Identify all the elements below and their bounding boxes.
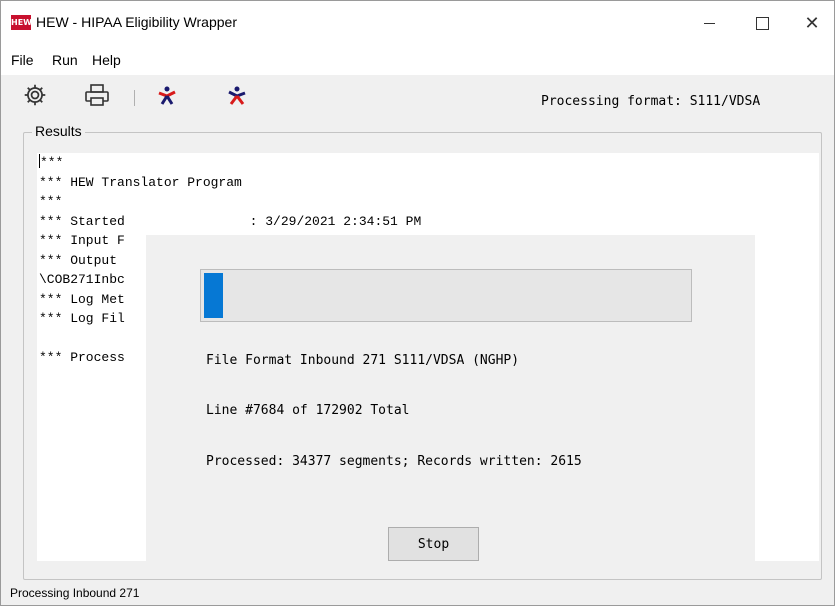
menu-bar: File Run Help	[1, 45, 834, 75]
progress-bar-fill	[204, 273, 223, 318]
minimize-button[interactable]	[686, 1, 732, 45]
status-bar: Processing Inbound 271	[1, 582, 834, 605]
print-button[interactable]	[81, 79, 113, 111]
results-group-label: Results	[32, 123, 85, 139]
minimize-icon	[703, 22, 715, 24]
status-text: Processing Inbound 271	[10, 586, 140, 600]
processing-format-label: Processing format: S111/VDSA	[541, 94, 761, 109]
results-line: *** Started : 3/29/2021 2:34:51 PM	[39, 213, 422, 229]
run-translator-button[interactable]	[154, 83, 180, 109]
app-icon: HEW	[11, 15, 32, 30]
results-line: ***	[39, 194, 63, 209]
printer-icon	[85, 84, 109, 106]
menu-help[interactable]: Help	[92, 52, 121, 68]
results-line: ***	[39, 154, 64, 170]
progress-dialog: File Format Inbound 271 S111/VDSA (NGHP)…	[146, 235, 755, 575]
maximize-button[interactable]	[739, 1, 785, 45]
close-button[interactable]: ✕	[789, 1, 834, 45]
settings-button[interactable]	[19, 79, 51, 111]
title-bar[interactable]: HEW HEW - HIPAA Eligibility Wrapper ✕	[1, 1, 834, 45]
run-translator-icon	[158, 86, 176, 105]
menu-run[interactable]: Run	[52, 52, 78, 68]
stop-translator-icon	[228, 86, 246, 105]
line-status-text: Line #7684 of 172902 Total	[206, 403, 410, 418]
toolbar-separator	[134, 90, 135, 106]
toolbar: Processing format: S111/VDSA	[1, 75, 834, 119]
stop-button[interactable]: Stop	[388, 527, 479, 561]
main-window: HEW HEW - HIPAA Eligibility Wrapper ✕ Fi…	[0, 0, 835, 606]
menu-file[interactable]: File	[11, 52, 34, 68]
gear-icon	[24, 84, 46, 106]
processed-status-text: Processed: 34377 segments; Records writt…	[206, 454, 582, 469]
results-line: *** HEW Translator Program	[39, 174, 242, 190]
file-format-text: File Format Inbound 271 S111/VDSA (NGHP)	[206, 353, 520, 368]
maximize-icon	[755, 16, 769, 30]
stop-translator-button[interactable]	[224, 83, 250, 109]
window-title: HEW - HIPAA Eligibility Wrapper	[36, 14, 237, 30]
progress-bar	[200, 269, 692, 322]
close-icon: ✕	[804, 12, 820, 33]
